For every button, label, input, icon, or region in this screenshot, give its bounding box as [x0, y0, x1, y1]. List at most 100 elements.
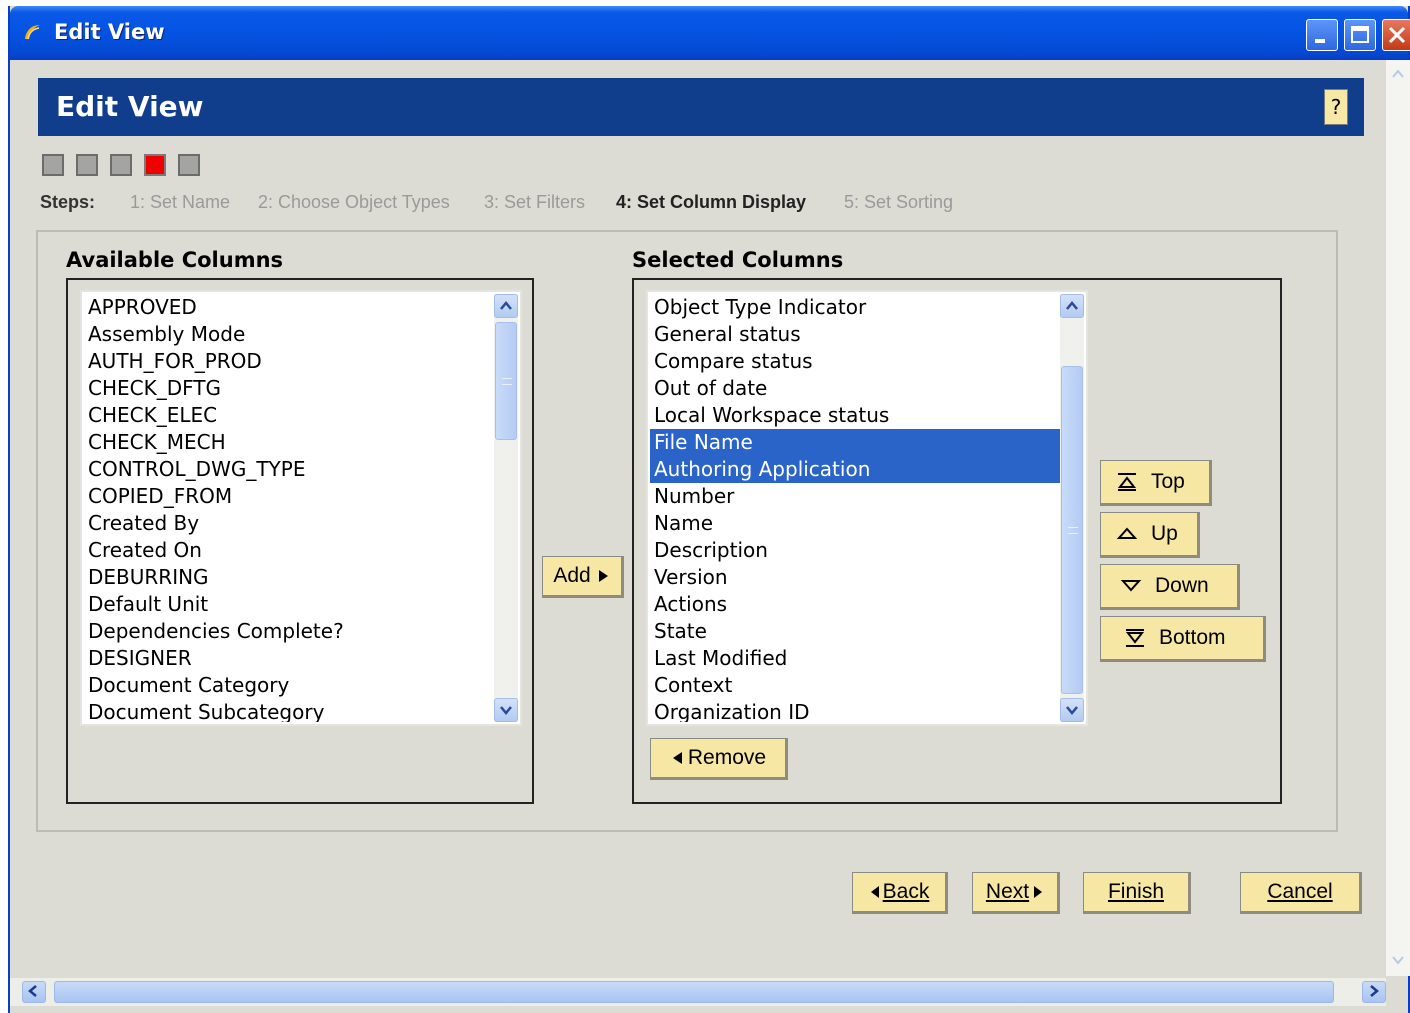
page-title: Edit View: [56, 90, 204, 123]
list-item[interactable]: Created By: [84, 510, 494, 537]
list-item[interactable]: Description: [650, 537, 1060, 564]
list-item[interactable]: Last Modified: [650, 645, 1060, 672]
scroll-down-button[interactable]: [1060, 698, 1084, 722]
selected-columns-group: Object Type Indicator General status Compa…: [632, 278, 1282, 804]
list-item[interactable]: Compare status: [650, 348, 1060, 375]
list-item[interactable]: General status: [650, 321, 1060, 348]
window-title: Edit View: [54, 20, 165, 44]
move-up-label: Up: [1151, 522, 1178, 545]
list-item[interactable]: Name: [650, 510, 1060, 537]
list-item[interactable]: Dependencies Complete?: [84, 618, 494, 645]
move-down-icon: [1120, 580, 1142, 592]
step-2: 2: Choose Object Types: [258, 192, 450, 212]
step-indicator-1: [42, 154, 64, 176]
column-display-panel: Available Columns APPROVED Assembly Mode A…: [36, 230, 1338, 832]
scroll-up-button[interactable]: [494, 294, 518, 318]
header-band: Edit View ?: [38, 78, 1364, 136]
list-item[interactable]: Document Category: [84, 672, 494, 699]
list-item[interactable]: CHECK_DFTG: [84, 375, 494, 402]
list-item[interactable]: Number: [650, 483, 1060, 510]
help-button[interactable]: ?: [1324, 89, 1348, 125]
cancel-label: Cancel: [1267, 880, 1333, 903]
triangle-left-icon: [870, 886, 879, 898]
step-indicator-5: [178, 154, 200, 176]
maximize-icon: [1351, 26, 1369, 43]
list-item[interactable]: Out of date: [650, 375, 1060, 402]
move-top-icon: [1117, 473, 1137, 491]
next-button[interactable]: Next: [972, 872, 1060, 914]
scroll-left-button[interactable]: [22, 981, 46, 1003]
move-up-button[interactable]: Up: [1100, 512, 1200, 558]
chevron-right-icon: [1370, 985, 1379, 997]
list-item[interactable]: State: [650, 618, 1060, 645]
window-horizontal-scrollbar[interactable]: [10, 978, 1386, 1006]
list-item[interactable]: Document Subcategory: [84, 699, 494, 722]
back-button[interactable]: Back: [852, 872, 948, 914]
selected-columns-scrollbar[interactable]: [1060, 294, 1084, 722]
add-button[interactable]: Add: [542, 556, 624, 598]
list-item[interactable]: APPROVED: [84, 294, 494, 321]
move-bottom-label: Bottom: [1159, 626, 1226, 649]
list-item[interactable]: AUTH_FOR_PROD: [84, 348, 494, 375]
chevron-down-icon[interactable]: [1388, 950, 1408, 972]
step-1: 1: Set Name: [130, 192, 231, 212]
triangle-right-icon: [1034, 886, 1043, 898]
scroll-thumb[interactable]: [495, 322, 517, 440]
list-item[interactable]: File Name: [650, 429, 1060, 456]
list-item[interactable]: DESIGNER: [84, 645, 494, 672]
available-columns-listbox[interactable]: APPROVED Assembly Mode AUTH_FOR_PROD CHECK_…: [80, 290, 522, 726]
finish-button[interactable]: Finish: [1083, 872, 1191, 914]
remove-button[interactable]: Remove: [650, 738, 788, 780]
scroll-right-button[interactable]: [1362, 981, 1386, 1003]
ptc-logo-icon: [25, 25, 40, 40]
step-4-current: 4: Set Column Display: [616, 192, 807, 212]
move-down-button[interactable]: Down: [1100, 564, 1240, 610]
move-top-button[interactable]: Top: [1100, 460, 1212, 506]
list-item[interactable]: Assembly Mode: [84, 321, 494, 348]
minimize-icon: [1315, 39, 1325, 43]
list-item[interactable]: Default Unit: [84, 591, 494, 618]
list-item[interactable]: Authoring Application: [650, 456, 1060, 483]
chevron-left-icon: [28, 985, 37, 997]
available-columns-scrollbar[interactable]: [494, 294, 518, 722]
list-item[interactable]: CONTROL_DWG_TYPE: [84, 456, 494, 483]
step-indicator-2: [76, 154, 98, 176]
scroll-up-button[interactable]: [1060, 294, 1084, 318]
chevron-up-icon[interactable]: [1388, 64, 1408, 86]
list-item[interactable]: Local Workspace status: [650, 402, 1060, 429]
move-down-label: Down: [1155, 574, 1209, 597]
list-item[interactable]: Actions: [650, 591, 1060, 618]
list-item[interactable]: COPIED_FROM: [84, 483, 494, 510]
content-area: Edit View ? Steps: 1: Set Name 2: Choose…: [10, 60, 1386, 976]
selected-columns-items: Object Type Indicator General status Compa…: [650, 294, 1060, 722]
move-bottom-icon: [1125, 629, 1145, 647]
selected-columns-listbox[interactable]: Object Type Indicator General status Compa…: [646, 290, 1088, 726]
list-item[interactable]: Object Type Indicator: [650, 294, 1060, 321]
list-item[interactable]: Created On: [84, 537, 494, 564]
triangle-left-icon: [672, 752, 682, 764]
horizontal-scroll-thumb[interactable]: [54, 981, 1334, 1003]
move-top-label: Top: [1151, 470, 1185, 493]
close-button[interactable]: [1382, 19, 1410, 51]
maximize-button[interactable]: [1344, 19, 1376, 51]
list-item[interactable]: Organization ID: [650, 699, 1060, 722]
step-indicator-4-current: [144, 154, 166, 176]
triangle-right-icon: [598, 570, 608, 582]
list-item[interactable]: CHECK_MECH: [84, 429, 494, 456]
title-bar[interactable]: Edit View: [10, 6, 1410, 60]
list-item[interactable]: CHECK_ELEC: [84, 402, 494, 429]
chevron-up-icon: [1066, 301, 1078, 310]
minimize-button[interactable]: [1306, 19, 1338, 51]
scroll-thumb[interactable]: [1061, 366, 1083, 694]
window-vertical-scrollbar[interactable]: [1386, 60, 1410, 976]
step-5: 5: Set Sorting: [844, 192, 954, 212]
move-up-icon: [1116, 527, 1138, 539]
list-item[interactable]: Version: [650, 564, 1060, 591]
list-item[interactable]: DEBURRING: [84, 564, 494, 591]
list-item[interactable]: Context: [650, 672, 1060, 699]
selected-columns-title: Selected Columns: [632, 248, 844, 272]
scroll-down-button[interactable]: [494, 698, 518, 722]
finish-label: Finish: [1107, 880, 1165, 903]
cancel-button[interactable]: Cancel: [1240, 872, 1362, 914]
move-bottom-button[interactable]: Bottom: [1100, 616, 1266, 662]
